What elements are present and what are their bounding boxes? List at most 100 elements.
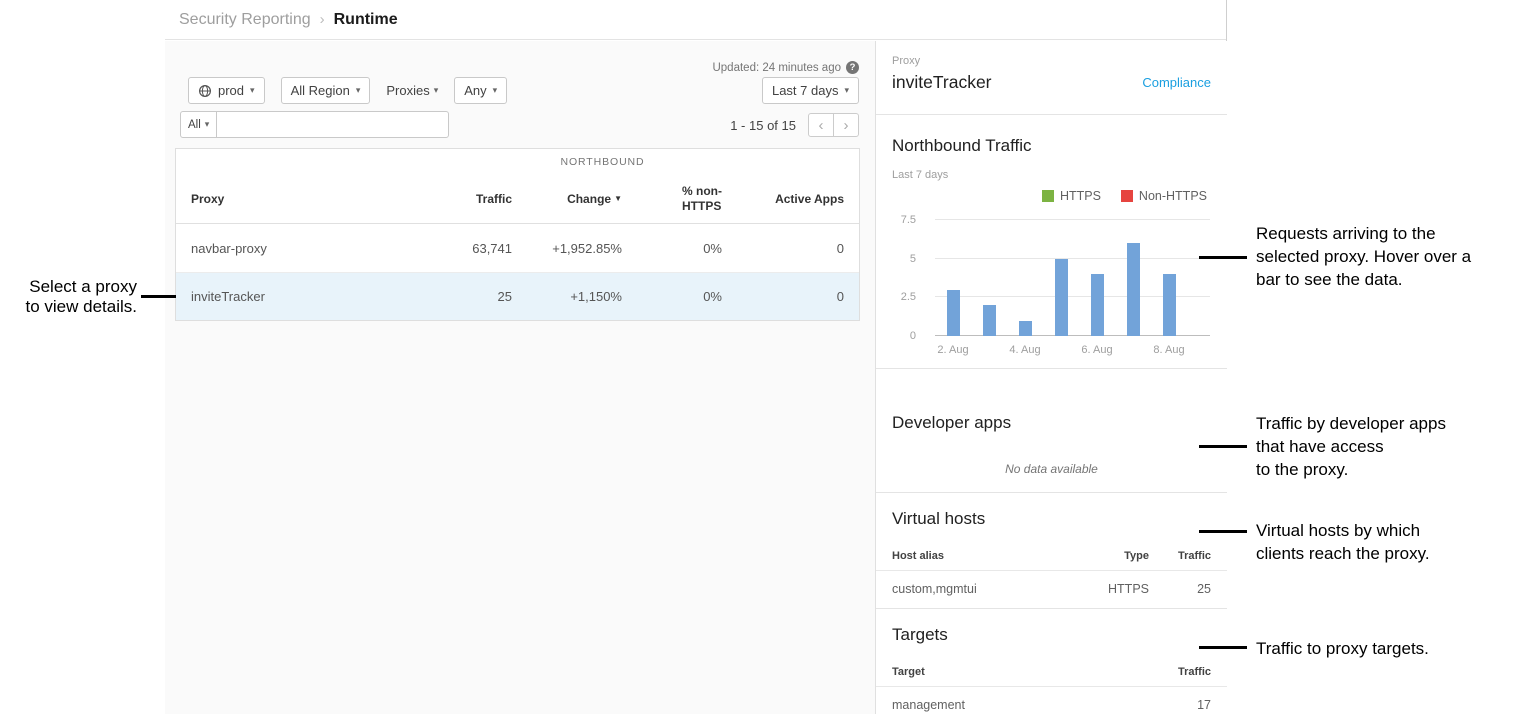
- column-header-host-alias: Host alias: [892, 550, 1069, 562]
- annotation-developer-apps: Traffic by developer apps that have acce…: [1256, 412, 1446, 481]
- section-title-northbound: Northbound Traffic: [876, 136, 1227, 156]
- column-header-type: Type: [1069, 550, 1149, 562]
- callout-line: [141, 295, 176, 298]
- globe-icon: [198, 84, 212, 98]
- cell-type: HTTPS: [1069, 582, 1149, 596]
- sort-desc-icon: ▼: [614, 194, 622, 203]
- chart-range-label: Last 7 days: [876, 169, 1227, 181]
- caret-down-icon: ▾: [356, 85, 361, 96]
- proxy-table: NORTHBOUND Proxy Traffic Change▼ % non- …: [175, 148, 860, 321]
- caret-down-icon: ▾: [250, 85, 255, 96]
- virtual-hosts-section: Virtual hosts Host alias Type Traffic cu…: [876, 493, 1227, 609]
- environment-dropdown[interactable]: prod ▾: [188, 77, 265, 104]
- cell-traffic: 63,741: [391, 241, 512, 256]
- callout-line: [1199, 646, 1247, 649]
- northbound-traffic-section: Northbound Traffic Last 7 days HTTPS Non…: [876, 115, 1227, 369]
- content-area: prod ▾ All Region ▾ Proxies ▾ Any ▾ Upda…: [165, 41, 1227, 714]
- chart-bar[interactable]: [1055, 259, 1068, 336]
- cell-active-apps: 0: [722, 241, 844, 256]
- column-header-target: Target: [892, 666, 1149, 678]
- updated-status: Updated: 24 minutes ago ?: [712, 61, 859, 74]
- chart-bar[interactable]: [1019, 321, 1032, 336]
- column-header-change[interactable]: Change▼: [512, 192, 622, 206]
- search-bar: All ▾: [180, 111, 449, 138]
- targets-header-row: Target Traffic: [876, 666, 1227, 687]
- breadcrumb-parent-link[interactable]: Security Reporting: [179, 11, 311, 29]
- help-icon[interactable]: ?: [846, 61, 859, 74]
- legend-item-https: HTTPS: [1042, 189, 1101, 203]
- any-dropdown[interactable]: Any ▾: [454, 77, 507, 104]
- date-range-dropdown[interactable]: Last 7 days ▾: [762, 77, 859, 104]
- chart-y-axis: 02.557.5: [876, 220, 928, 336]
- section-title-targets: Targets: [876, 625, 1227, 645]
- selected-proxy-name: inviteTracker: [892, 72, 992, 93]
- chart-bar[interactable]: [947, 290, 960, 336]
- cell-proxy-name: navbar-proxy: [191, 241, 391, 256]
- cell-change: +1,952.85%: [512, 241, 622, 256]
- chart-legend: HTTPS Non-HTTPS: [876, 189, 1227, 203]
- chart-y-tick-label: 2.5: [901, 291, 916, 303]
- proxy-label: Proxy: [892, 55, 1211, 67]
- section-title-developer-apps: Developer apps: [876, 413, 1227, 433]
- chart-x-tick-label: 2. Aug: [935, 344, 971, 356]
- column-header-traffic: Traffic: [1149, 666, 1211, 678]
- chart-x-tick-label: [1043, 344, 1079, 356]
- chart-y-tick-label: 0: [910, 330, 916, 342]
- callout-line: [1199, 256, 1247, 259]
- northbound-group-label: NORTHBOUND: [476, 156, 729, 168]
- search-scope-dropdown[interactable]: All ▾: [180, 111, 217, 138]
- chart-bar[interactable]: [1163, 274, 1176, 336]
- column-header-non-https[interactable]: % non- HTTPS: [622, 184, 722, 214]
- section-title-virtual-hosts: Virtual hosts: [876, 509, 1227, 529]
- column-header-proxy[interactable]: Proxy: [191, 192, 391, 206]
- proxy-table-row[interactable]: inviteTracker 25 +1,150% 0% 0: [176, 272, 859, 320]
- chart-x-tick-label: [971, 344, 1007, 356]
- column-header-traffic: Traffic: [1149, 550, 1211, 562]
- previous-page-button[interactable]: ‹: [808, 113, 834, 137]
- column-header-active-apps[interactable]: Active Apps: [722, 192, 844, 206]
- updated-text: Updated: 24 minutes ago: [712, 62, 841, 74]
- cell-active-apps: 0: [722, 289, 844, 304]
- environment-label: prod: [218, 83, 244, 98]
- target-row: management 17: [876, 687, 1227, 714]
- caret-down-icon: ▾: [434, 85, 439, 96]
- compliance-link[interactable]: Compliance: [1142, 75, 1211, 90]
- breadcrumb-separator-icon: ›: [320, 11, 325, 28]
- chart-bar[interactable]: [983, 305, 996, 336]
- northbound-traffic-chart: 02.557.5 2. Aug4. Aug6. Aug8. Aug: [876, 220, 1227, 356]
- cell-non-https: 0%: [622, 241, 722, 256]
- legend-label-non-https: Non-HTTPS: [1139, 189, 1207, 203]
- table-header-row: Proxy Traffic Change▼ % non- HTTPS Activ…: [176, 175, 859, 224]
- proxy-detail-panel: Proxy inviteTracker Compliance Northboun…: [875, 41, 1227, 714]
- chart-bar[interactable]: [1091, 274, 1104, 336]
- chart-y-tick-label: 5: [910, 253, 916, 265]
- column-header-traffic[interactable]: Traffic: [391, 192, 512, 206]
- app-window: Security Reporting › Runtime prod ▾: [165, 0, 1227, 714]
- pagination: 1 - 15 of 15 ‹ ›: [730, 113, 859, 137]
- next-page-button[interactable]: ›: [833, 113, 859, 137]
- breadcrumb-bar: Security Reporting › Runtime: [165, 0, 1226, 40]
- pagination-label: 1 - 15 of 15: [730, 118, 796, 133]
- cell-target: management: [892, 698, 1149, 712]
- proxies-dropdown[interactable]: Proxies ▾: [386, 83, 438, 98]
- page-title: Runtime: [334, 11, 398, 29]
- cell-traffic: 25: [1149, 582, 1211, 596]
- no-data-message: No data available: [876, 462, 1227, 476]
- annotation-select-proxy: Select a proxy to view details.: [0, 277, 137, 317]
- chart-bar[interactable]: [1127, 243, 1140, 336]
- cell-traffic: 17: [1149, 698, 1211, 712]
- chart-y-tick-label: 7.5: [901, 214, 916, 226]
- caret-down-icon: ▾: [205, 119, 210, 130]
- any-label: Any: [464, 83, 486, 98]
- proxy-table-row[interactable]: navbar-proxy 63,741 +1,952.85% 0% 0: [176, 224, 859, 272]
- virtual-hosts-header-row: Host alias Type Traffic: [876, 550, 1227, 571]
- virtual-host-row: custom,mgmtui HTTPS 25: [876, 571, 1227, 608]
- chart-bars: [935, 220, 1187, 336]
- targets-section: Targets Target Traffic management 17: [876, 609, 1227, 714]
- annotation-requests: Requests arriving to the selected proxy.…: [1256, 222, 1471, 291]
- search-input[interactable]: [216, 111, 449, 138]
- region-dropdown[interactable]: All Region ▾: [281, 77, 371, 104]
- cell-change: +1,150%: [512, 289, 622, 304]
- proxy-list-panel: prod ▾ All Region ▾ Proxies ▾ Any ▾ Upda…: [165, 41, 875, 714]
- proxies-label: Proxies: [386, 83, 429, 98]
